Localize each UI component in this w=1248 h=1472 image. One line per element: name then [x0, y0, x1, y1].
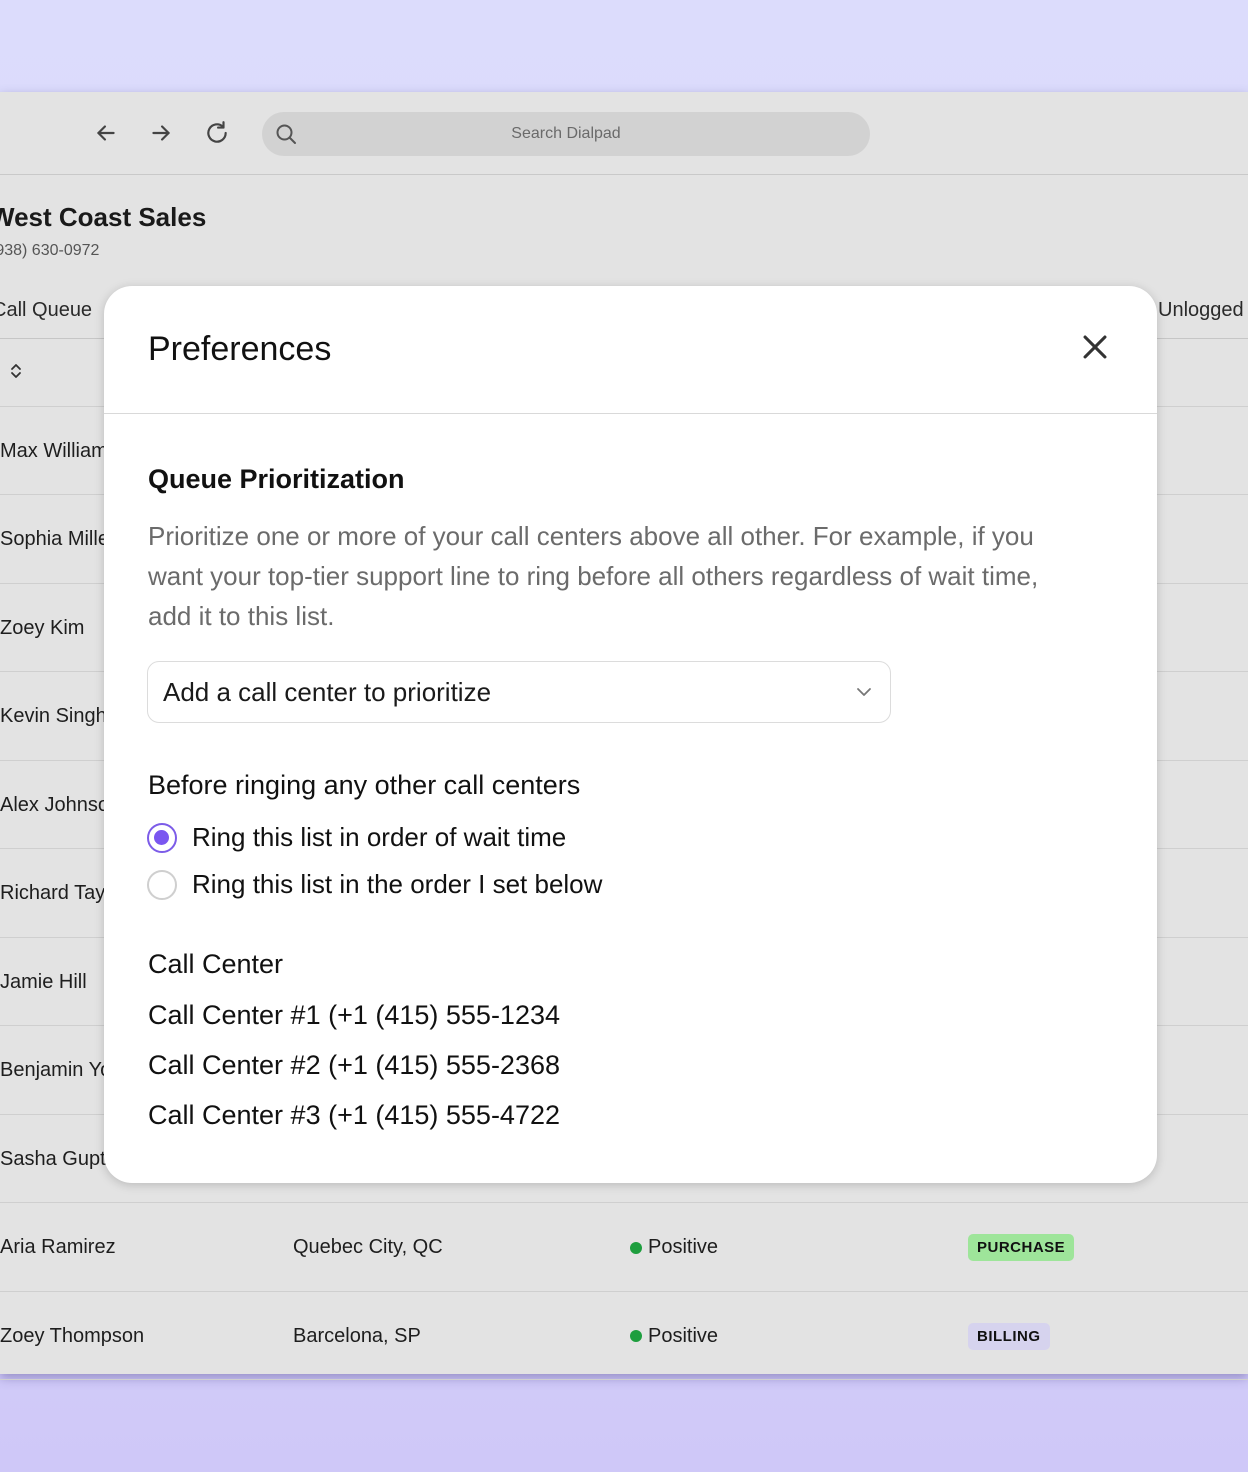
sentiment: Positive	[630, 1292, 718, 1380]
contact-name: Jamie Hill	[0, 938, 87, 1026]
radio-option-wait-time[interactable]: Ring this list in order of wait time	[147, 822, 566, 853]
contact-location: Barcelona, SP	[293, 1292, 421, 1380]
table-row[interactable]: Zoey Thompson Barcelona, SP Positive BILLIN…	[0, 1292, 1248, 1380]
call-center-select[interactable]: Add a call center to prioritize	[147, 661, 891, 723]
positive-dot-icon	[630, 1330, 642, 1342]
preferences-modal: Preferences Queue Prioritization Priorit…	[104, 286, 1157, 1183]
contact-name: Max Williams	[0, 407, 118, 495]
search-bar[interactable]	[262, 112, 870, 156]
contact-name: Alex Johnson	[0, 761, 120, 849]
sentiment-text: Positive	[648, 1236, 719, 1258]
modal-header: Preferences	[104, 286, 1157, 414]
page-phone: (938) 630-0972	[0, 242, 100, 259]
positive-dot-icon	[630, 1241, 642, 1254]
radio-label: Ring this list in the order I set below	[192, 869, 603, 899]
reload-button[interactable]	[202, 118, 232, 148]
sentiment: Positive	[630, 1204, 718, 1292]
modal-title: Preferences	[148, 330, 332, 368]
tab-unlogged[interactable]: Unlogged	[1158, 299, 1244, 322]
tag-cell: PURCHASE	[968, 1204, 1075, 1292]
contact-name: Kevin Singh	[0, 673, 107, 761]
sentiment-text: Positive	[648, 1324, 719, 1347]
contact-name: Zoey Thompson	[0, 1292, 144, 1380]
contact-name-text: Sophia Miller	[0, 528, 116, 550]
tab-call-queue[interactable]: Call Queue	[0, 299, 92, 322]
contact-name-text: Zoey Kim	[0, 616, 85, 639]
ringing-title: Before ringing any other call centers	[148, 770, 581, 800]
radio-label: Ring this list in order of wait time	[192, 822, 567, 852]
contact-name-text: Kevin Singh	[0, 705, 107, 727]
call-center-title: Call Center	[148, 949, 284, 979]
close-icon[interactable]	[1078, 330, 1112, 364]
contact-name-text: Sasha Gupta	[0, 1147, 117, 1170]
arrow-right-icon	[152, 125, 170, 141]
reload-icon	[207, 121, 227, 143]
contact-name: Sophia Miller	[0, 496, 116, 584]
contact-name-text: Aria Ramirez	[0, 1236, 116, 1258]
search-input[interactable]	[262, 112, 870, 156]
radio-button[interactable]	[147, 869, 177, 900]
contact-name: Sasha Gupta	[0, 1115, 117, 1203]
page-title: West Coast Sales	[0, 202, 207, 232]
call-center-item: Call Center #3 (+1 (415) 555-4722	[148, 1100, 561, 1130]
sort-icon[interactable]	[8, 362, 24, 380]
contact-name: Zoey Kim	[0, 584, 84, 672]
radio-button[interactable]	[147, 822, 177, 853]
location-text: Barcelona, SP	[293, 1324, 421, 1347]
section-description: Prioritize one or more of your call cent…	[148, 521, 1039, 631]
select-label: Add a call center to prioritize	[163, 677, 492, 707]
tag-badge: PURCHASE	[968, 1234, 1075, 1261]
arrow-left-icon	[97, 125, 115, 141]
call-center-item: Call Center #1 (+1 (415) 555-1234	[148, 1000, 561, 1030]
radio-option-custom-order[interactable]: Ring this list in the order I set below	[147, 869, 602, 900]
forward-button[interactable]	[146, 118, 176, 148]
contact-name-text: Zoey Thompson	[0, 1324, 145, 1347]
browser-toolbar	[0, 92, 1248, 175]
chevron-down-icon	[857, 688, 871, 696]
back-button[interactable]	[91, 118, 121, 148]
contact-name-text: Alex Johnson	[0, 793, 121, 816]
contact-location: Quebec City, QC	[293, 1204, 443, 1292]
table-row[interactable]: Aria Ramirez Quebec City, QC Positive PURCH…	[0, 1204, 1248, 1292]
call-center-item: Call Center #2 (+1 (415) 555-2368	[148, 1050, 561, 1080]
contact-name: Aria Ramirez	[0, 1204, 116, 1292]
tag-badge: BILLING	[968, 1322, 1050, 1350]
contact-name-text: Max Williams	[0, 439, 118, 462]
tag-cell: BILLING	[968, 1292, 1050, 1380]
section-title: Queue Prioritization	[148, 464, 405, 494]
contact-name-text: Jamie Hill	[0, 970, 87, 993]
location-text: Quebec City, QC	[293, 1236, 443, 1258]
